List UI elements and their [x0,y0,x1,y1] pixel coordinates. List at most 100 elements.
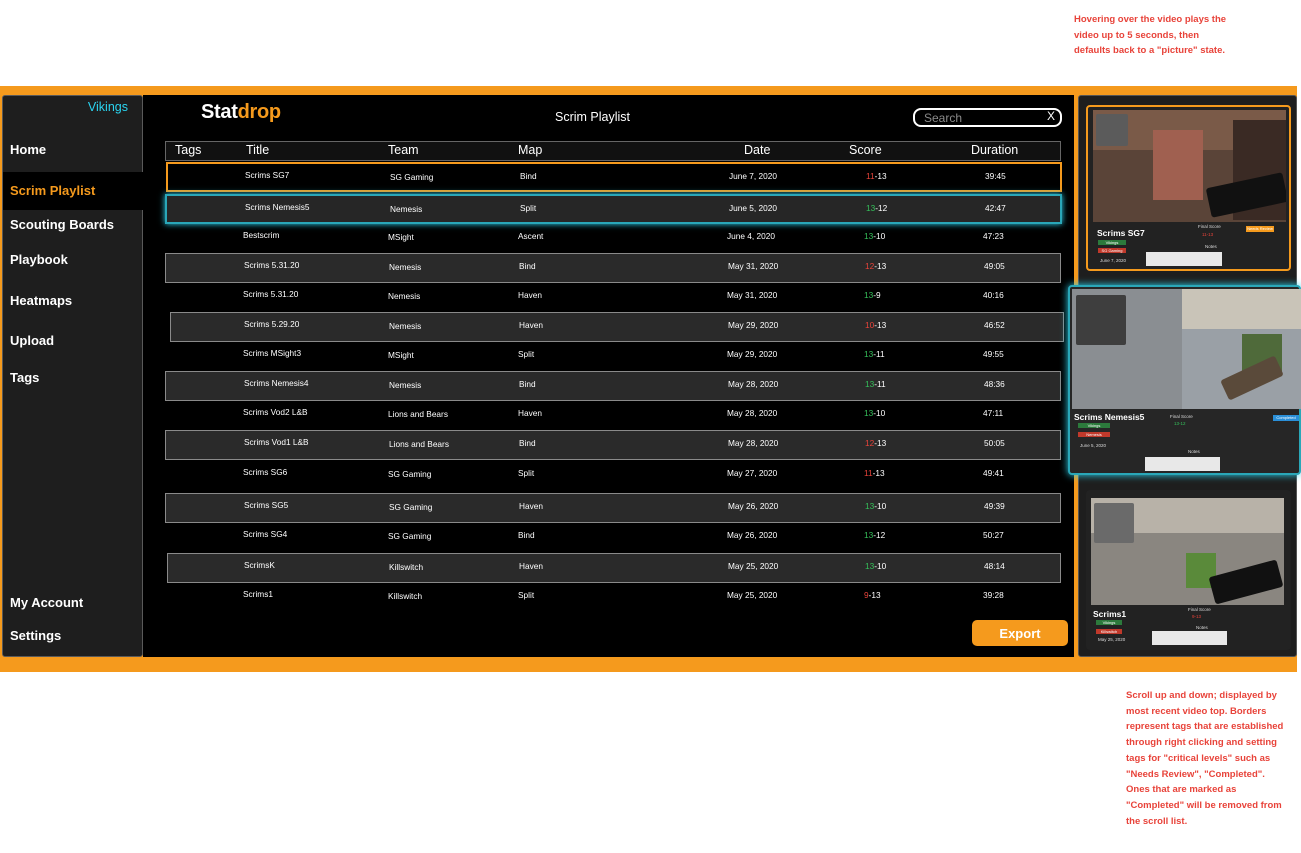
table-row[interactable]: Scrims 5.31.20 Nemesis Haven May 31, 2020 40… [165,283,1061,313]
row-map: Haven [519,561,543,571]
final-score-label: Final Score [1170,414,1193,419]
team-name[interactable]: Vikings [88,100,128,114]
sidebar-item-playbook[interactable]: Playbook [10,252,68,267]
sidebar-item-my-account[interactable]: My Account [10,595,83,610]
row-duration: 42:47 [985,203,1006,213]
table-row[interactable]: Scrims SG6 SG Gaming Split May 27, 2020 49:4… [165,461,1061,491]
row-team: Nemesis [388,291,421,301]
video-thumbnail[interactable] [1091,498,1284,605]
row-score: 13-10 [865,561,887,571]
row-map: Bind [520,171,537,181]
row-map: Bind [519,438,536,448]
row-score: 13-12 [866,203,888,213]
notes-field[interactable] [1152,631,1227,645]
table-row[interactable]: Scrims SG5 SG Gaming Haven May 26, 2020 49:3… [165,493,1061,523]
column-header-tags[interactable]: Tags [175,143,201,157]
row-date: May 27, 2020 [727,468,778,478]
row-map: Bind [519,261,536,271]
column-header-date[interactable]: Date [744,143,770,157]
preview-title: Scrims1 [1093,609,1127,619]
column-header-score[interactable]: Score [849,143,882,157]
sidebar-item-scrim-playlist[interactable]: Scrim Playlist [3,172,148,210]
notes-label: Notes [1188,449,1200,454]
sidebar-item-scouting-boards[interactable]: Scouting Boards [10,217,114,232]
table-row[interactable]: Scrims MSight3 MSight Split May 29, 2020 49:… [165,342,1061,372]
video-preview-card[interactable]: Scrims SG7 Final Score 11-13 Needs Revie… [1086,105,1291,271]
table-row[interactable]: Scrims Nemesis4 Nemesis Bind May 28, 2020 48… [165,371,1061,401]
row-map: Ascent [518,231,544,241]
table-row[interactable]: Scrims Vod2 L&B Lions and Bears Haven May 2… [165,401,1061,431]
row-duration: 47:23 [983,231,1004,241]
column-header-title[interactable]: Title [246,143,269,157]
row-map: Split [518,590,535,600]
notes-field[interactable] [1145,457,1220,471]
video-thumbnail[interactable] [1093,110,1286,222]
row-team: SG Gaming [389,502,433,512]
page-title: Scrim Playlist [555,110,631,124]
row-team: Nemesis [389,321,422,331]
final-score: 11-13 [1202,232,1214,237]
preview-date: May 25, 2020 [1098,637,1126,642]
notes-label: Notes [1196,625,1208,630]
preview-date: June 7, 2020 [1100,258,1127,263]
row-score: 13-10 [865,501,887,511]
row-team: Killswitch [388,591,423,601]
table-row[interactable]: Scrims 5.31.20 Nemesis Bind May 31, 2020 49:… [165,253,1061,283]
row-date: May 28, 2020 [727,408,778,418]
row-duration: 40:16 [983,290,1004,300]
row-score: 13-10 [864,408,886,418]
search-input[interactable] [924,110,1034,125]
row-team: MSight [388,232,414,242]
app-logo: Statdrop [201,101,281,123]
team-b-pill: SG Gaming [1098,248,1126,253]
team-a-pill: Vikings [1096,620,1122,625]
column-header-map[interactable]: Map [518,143,542,157]
row-date: May 31, 2020 [727,290,778,300]
video-preview-card[interactable]: Scrims Nemesis5 Final Score 13-12 Comple… [1068,285,1301,475]
table-header: Tags Title Team Map Date Score Duration [165,141,1061,161]
table-row[interactable]: Scrims Nemesis5 Nemesis Split June 5, 2020 4… [165,194,1062,224]
video-preview-card[interactable]: Scrims1 Final Score 9-13 Vikings Killswi… [1086,490,1291,650]
table-row[interactable]: ScrimsK Killswitch Haven May 25, 2020 48:14 1… [167,553,1061,583]
row-team: MSight [388,350,414,360]
row-team: SG Gaming [388,469,432,479]
video-thumbnail[interactable] [1072,289,1301,409]
table-row[interactable]: Bestscrim MSight Ascent June 4, 2020 47:23 13… [165,224,1061,254]
table-row[interactable]: Scrims SG7 SG Gaming Bind June 7, 2020 39:45… [166,162,1062,192]
row-score: 10-13 [865,320,887,330]
sidebar-item-tags[interactable]: Tags [10,370,39,385]
table-row[interactable]: Scrims Vod1 L&B Lions and Bears Bind May 28… [165,430,1061,460]
preview-title: Scrims Nemesis5 [1074,412,1145,422]
row-date: May 29, 2020 [728,320,779,330]
sidebar-item-heatmaps[interactable]: Heatmaps [10,293,72,308]
team-a-pill: Vikings [1098,240,1126,245]
annotation-note-top: Hovering over the video plays the video … [1074,14,1227,57]
sidebar-item-settings[interactable]: Settings [10,628,61,643]
status-completed[interactable]: Completed [1273,415,1299,421]
status-needs-review[interactable]: Needs Review [1246,226,1274,232]
minimap [1096,114,1128,146]
table-row[interactable]: Scrims1 Killswitch Split May 25, 2020 39:28 9… [165,583,1061,613]
row-team: Killswitch [389,562,424,572]
table-row[interactable]: Scrims SG4 SG Gaming Bind May 26, 2020 50:27… [165,523,1061,553]
row-title: Scrims Vod1 L&B [244,437,309,447]
table-row[interactable]: Scrims 5.29.20 Nemesis Haven May 29, 2020 46… [170,312,1064,342]
row-duration: 49:55 [983,349,1004,359]
weapon-graphic [1208,559,1284,605]
column-header-team[interactable]: Team [388,143,419,157]
row-title: Scrims1 [243,589,273,599]
sidebar-item-home[interactable]: Home [10,142,46,157]
export-button[interactable]: Export [972,620,1068,646]
row-date: May 29, 2020 [727,349,778,359]
final-score-label: Final Score [1188,607,1211,612]
row-duration: 39:45 [985,171,1006,181]
clear-search-button[interactable]: X [1047,109,1055,123]
sidebar-item-upload[interactable]: Upload [10,333,54,348]
search-box: X [913,108,1062,127]
row-map: Split [518,349,535,359]
row-date: June 7, 2020 [729,171,777,181]
column-header-duration[interactable]: Duration [971,143,1018,157]
row-duration: 50:05 [984,438,1005,448]
annotation-note-bottom: Scroll up and down; displayed by most re… [1126,690,1284,827]
notes-field[interactable] [1146,252,1222,266]
